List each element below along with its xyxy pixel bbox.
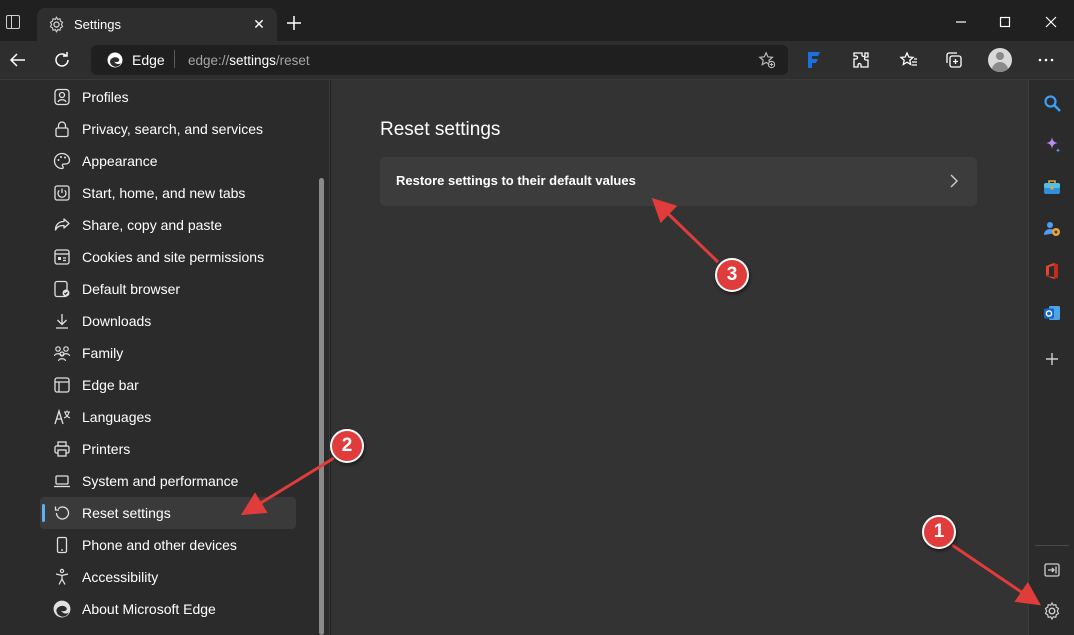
- outlook-icon[interactable]: [1042, 303, 1062, 323]
- minimize-button[interactable]: [951, 12, 971, 32]
- sidebar-item-edge-bar[interactable]: Edge bar: [40, 369, 296, 401]
- collections-icon[interactable]: [944, 50, 964, 70]
- site-identity-label: Edge: [132, 52, 165, 68]
- tools-briefcase-icon[interactable]: [1042, 177, 1062, 197]
- power-icon: [54, 185, 70, 201]
- sidebar-item-languages[interactable]: Languages: [40, 401, 296, 433]
- sidebar-item-system-performance[interactable]: System and performance: [40, 465, 296, 497]
- sidebar-item-privacy[interactable]: Privacy, search, and services: [40, 113, 296, 145]
- new-tab-button[interactable]: [284, 13, 304, 33]
- games-icon[interactable]: [1042, 219, 1062, 239]
- tab-settings[interactable]: Settings ✕: [37, 8, 277, 41]
- laptop-icon: [54, 475, 70, 488]
- edge-sidebar: [1028, 80, 1074, 635]
- more-options-icon[interactable]: [1036, 50, 1056, 70]
- phone-icon: [56, 536, 68, 554]
- hide-sidebar-icon[interactable]: [1042, 560, 1062, 580]
- sidebar-item-phone-devices[interactable]: Phone and other devices: [40, 529, 296, 561]
- edge-logo-icon: [107, 52, 123, 68]
- profile-avatar[interactable]: [988, 48, 1012, 72]
- sidebar-item-share-copy[interactable]: Share, copy and paste: [40, 209, 296, 241]
- maximize-button[interactable]: [995, 12, 1015, 32]
- download-icon: [56, 314, 68, 329]
- chevron-right-icon: [950, 174, 958, 188]
- sidebar-item-profiles[interactable]: Profiles: [40, 81, 296, 113]
- main-content: Reset settings Restore settings to their…: [331, 80, 1028, 635]
- browser-icon: [54, 280, 70, 298]
- toolbar: Edge edge://settings/reset: [0, 41, 1074, 80]
- palette-icon: [53, 152, 71, 170]
- settings-gear-icon[interactable]: [1042, 601, 1062, 621]
- sidebar-item-accessibility[interactable]: Accessibility: [40, 561, 296, 593]
- settings-sidebar: Profiles Privacy, search, and services A…: [0, 80, 330, 635]
- restore-defaults-label: Restore settings to their default values: [396, 173, 636, 188]
- sidebar-item-family[interactable]: Family: [40, 337, 296, 369]
- back-button[interactable]: [8, 50, 28, 70]
- sidebar-scrollbar[interactable]: [319, 178, 324, 635]
- discover-sparkle-icon[interactable]: [1042, 135, 1062, 155]
- office-icon[interactable]: [1042, 261, 1062, 281]
- close-tab-button[interactable]: ✕: [249, 14, 269, 34]
- search-icon[interactable]: [1042, 93, 1062, 113]
- sidebar-item-printers[interactable]: Printers: [40, 433, 296, 465]
- edgebar-divider: [1035, 545, 1069, 546]
- extension-f-icon[interactable]: [806, 51, 822, 69]
- title-bar: Settings ✕: [0, 0, 1074, 41]
- sidebar-item-cookies[interactable]: Cookies and site permissions: [40, 241, 296, 273]
- add-favorite-icon[interactable]: [758, 51, 776, 69]
- restore-defaults-button[interactable]: Restore settings to their default values: [380, 157, 977, 206]
- favorites-icon[interactable]: [899, 50, 919, 70]
- edge-bar-icon: [54, 377, 70, 393]
- tab-title: Settings: [74, 17, 121, 32]
- share-icon: [54, 218, 70, 231]
- extensions-icon[interactable]: [851, 50, 871, 70]
- annotation-badge-3: 3: [715, 258, 749, 292]
- family-icon: [53, 346, 71, 362]
- languages-icon: [54, 408, 71, 425]
- profile-icon: [54, 88, 70, 106]
- printer-icon: [54, 441, 70, 457]
- accessibility-icon: [55, 568, 69, 585]
- url-text: edge://settings/reset: [188, 53, 310, 68]
- address-divider: [174, 50, 175, 68]
- sidebar-item-downloads[interactable]: Downloads: [40, 305, 296, 337]
- annotation-badge-1: 1: [922, 515, 956, 549]
- annotation-badge-2: 2: [330, 429, 364, 463]
- cookies-icon: [54, 249, 70, 265]
- sidebar-item-start-home[interactable]: Start, home, and new tabs: [40, 177, 296, 209]
- lock-icon: [55, 121, 69, 138]
- sidebar-item-appearance[interactable]: Appearance: [40, 145, 296, 177]
- sidebar-item-reset-settings[interactable]: Reset settings: [40, 497, 296, 529]
- tab-actions-icon[interactable]: [6, 15, 20, 29]
- reset-icon: [54, 506, 70, 520]
- gear-icon: [49, 16, 64, 33]
- edge-logo-icon: [53, 600, 71, 618]
- add-icon[interactable]: [1042, 349, 1062, 369]
- address-bar[interactable]: Edge edge://settings/reset: [91, 45, 788, 75]
- sidebar-item-about-edge[interactable]: About Microsoft Edge: [40, 593, 296, 625]
- refresh-button[interactable]: [52, 50, 72, 70]
- close-window-button[interactable]: [1041, 12, 1061, 32]
- sidebar-item-default-browser[interactable]: Default browser: [40, 273, 296, 305]
- page-title: Reset settings: [380, 119, 501, 140]
